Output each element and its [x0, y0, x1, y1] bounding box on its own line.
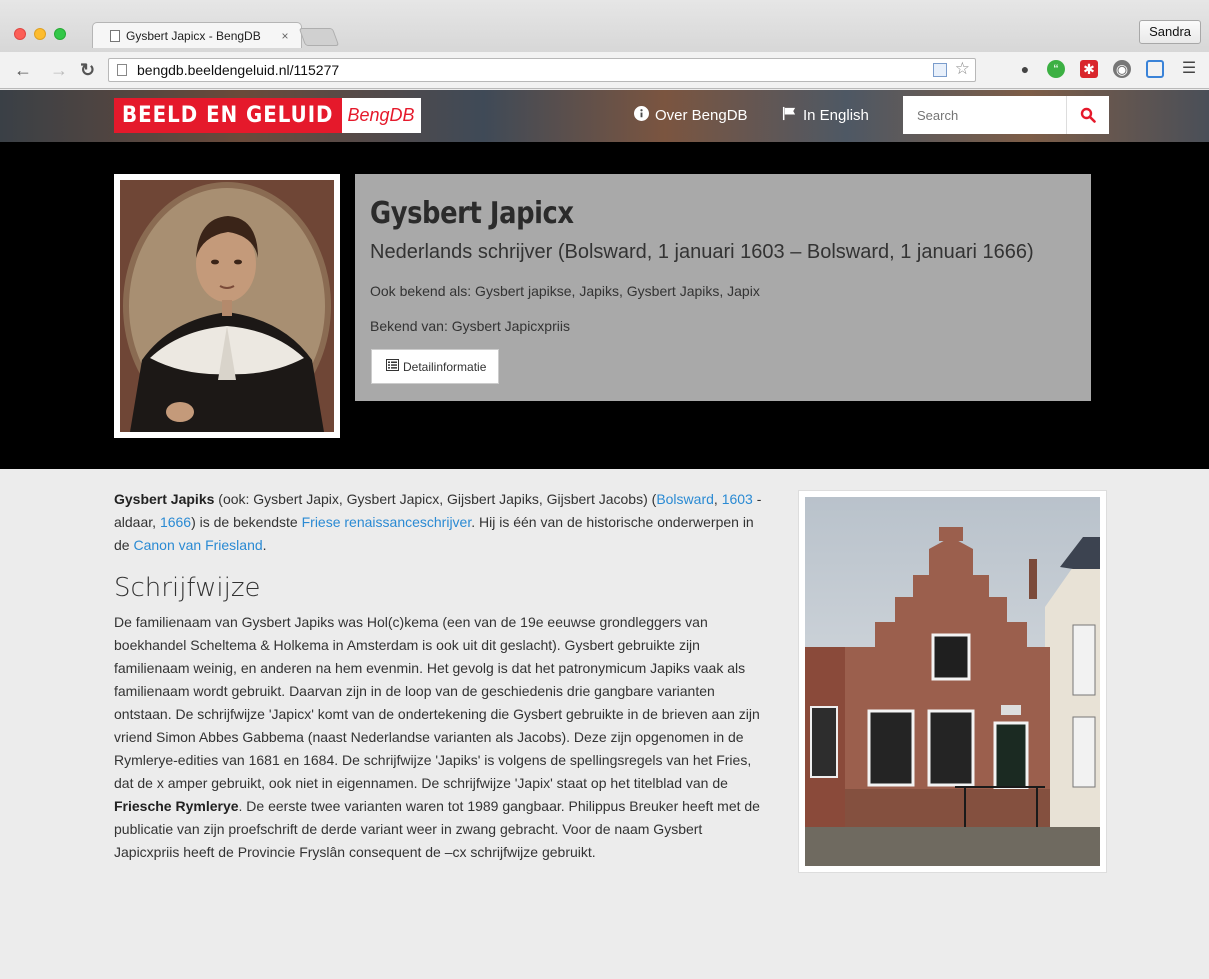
site-header: BEELD EN GELUID BengDB Over BengDB In En… [0, 90, 1209, 142]
tab-close-icon[interactable]: × [278, 29, 292, 43]
list-icon [386, 359, 399, 374]
nav-english-label: In English [803, 106, 869, 124]
detail-info-label: Detailinformatie [403, 359, 487, 374]
person-name: Gysbert Japicx [370, 196, 574, 231]
logo-beeld-en-geluid: BEELD EN GELUID [114, 98, 342, 133]
search-icon [1080, 107, 1096, 123]
site-logo[interactable]: BEELD EN GELUID BengDB [114, 98, 421, 133]
page-icon [110, 30, 120, 42]
browser-tabbar: Gysbert Japicx - BengDB × Sandra [0, 0, 1209, 52]
new-tab-button[interactable] [298, 28, 340, 46]
body-text: De familienaam van Gysbert Japiks was Ho… [114, 614, 760, 791]
detail-info-button[interactable]: Detailinformatie [371, 349, 500, 384]
close-window-button[interactable] [14, 28, 26, 40]
profile-button[interactable]: Sandra [1139, 20, 1201, 44]
nav-about-label: Over BengDB [655, 106, 748, 124]
nav-english[interactable]: In English [782, 106, 869, 124]
zoom-window-button[interactable] [54, 28, 66, 40]
screen-capture-icon[interactable] [1146, 60, 1164, 78]
intro-text: , [713, 491, 722, 507]
forward-arrow-icon[interactable]: → [50, 61, 68, 79]
intro-text: . [262, 537, 267, 553]
intro-text: (ook: Gysbert Japix, Gysbert Japicx, Gij… [214, 491, 657, 507]
search-input[interactable] [903, 96, 1065, 134]
back-arrow-icon[interactable]: ← [14, 61, 32, 79]
link-bolsward[interactable]: Bolsward [656, 491, 714, 507]
link-canon-van-friesland[interactable]: Canon van Friesland [133, 537, 262, 553]
person-infobox: Gysbert Japicx Nederlands schrijver (Bol… [355, 174, 1091, 401]
minimize-window-button[interactable] [34, 28, 46, 40]
search-box [903, 96, 1109, 134]
link-1603[interactable]: 1603 [722, 491, 753, 507]
lastpass-icon[interactable]: ✱ [1080, 60, 1098, 78]
person-aliases: Ook bekend als: Gysbert japikse, Japiks,… [370, 283, 760, 299]
page-icon [117, 64, 127, 76]
reader-icon[interactable] [933, 63, 947, 77]
logo-bengdb: BengDB [341, 98, 421, 133]
intro-name: Gysbert Japiks [114, 491, 215, 507]
search-button[interactable] [1066, 96, 1109, 134]
reload-icon[interactable]: ↻ [80, 61, 95, 79]
browser-toolbar: ← → ↻ bengdb.beeldengeluid.nl/115277 ☆ ●… [0, 52, 1209, 89]
address-bar[interactable]: bengdb.beeldengeluid.nl/115277 ☆ [108, 58, 976, 82]
intro-paragraph: Gysbert Japiks (ook: Gysbert Japix, Gysb… [114, 488, 764, 557]
person-description: Nederlands schrijver (Bolsward, 1 januar… [370, 241, 1034, 263]
body-bold-title: Friesche Rymlerye [114, 798, 239, 814]
body-paragraph: De familienaam van Gysbert Japiks was Ho… [114, 611, 764, 864]
person-known-for: Bekend van: Gysbert Japicxpriis [370, 318, 570, 334]
extension-icon[interactable]: ◉ [1113, 60, 1131, 78]
link-1666[interactable]: 1666 [160, 514, 191, 530]
intro-text: ) is de bekendste [191, 514, 302, 530]
nav-about[interactable]: Over BengDB [634, 106, 748, 124]
section-heading: Schrijfwijze [114, 573, 261, 603]
hangouts-icon[interactable]: “ [1047, 60, 1065, 78]
browser-tab-content[interactable]: Gysbert Japicx - BengDB × [100, 24, 296, 48]
info-icon [634, 106, 649, 124]
evernote-icon[interactable]: ● [1016, 60, 1034, 78]
portrait-image [114, 174, 340, 438]
menu-icon[interactable]: ☰ [1180, 60, 1198, 78]
article-content: Gysbert Japiks (ook: Gysbert Japix, Gysb… [114, 488, 764, 864]
url-text[interactable]: bengdb.beeldengeluid.nl/115277 [137, 62, 339, 78]
bookmark-star-icon[interactable]: ☆ [955, 59, 970, 79]
tab-title: Gysbert Japicx - BengDB [126, 29, 261, 43]
house-image [798, 490, 1107, 873]
flag-icon [782, 106, 797, 124]
link-friese-renaissanceschrijver[interactable]: Friese renaissanceschrijver [302, 514, 472, 530]
